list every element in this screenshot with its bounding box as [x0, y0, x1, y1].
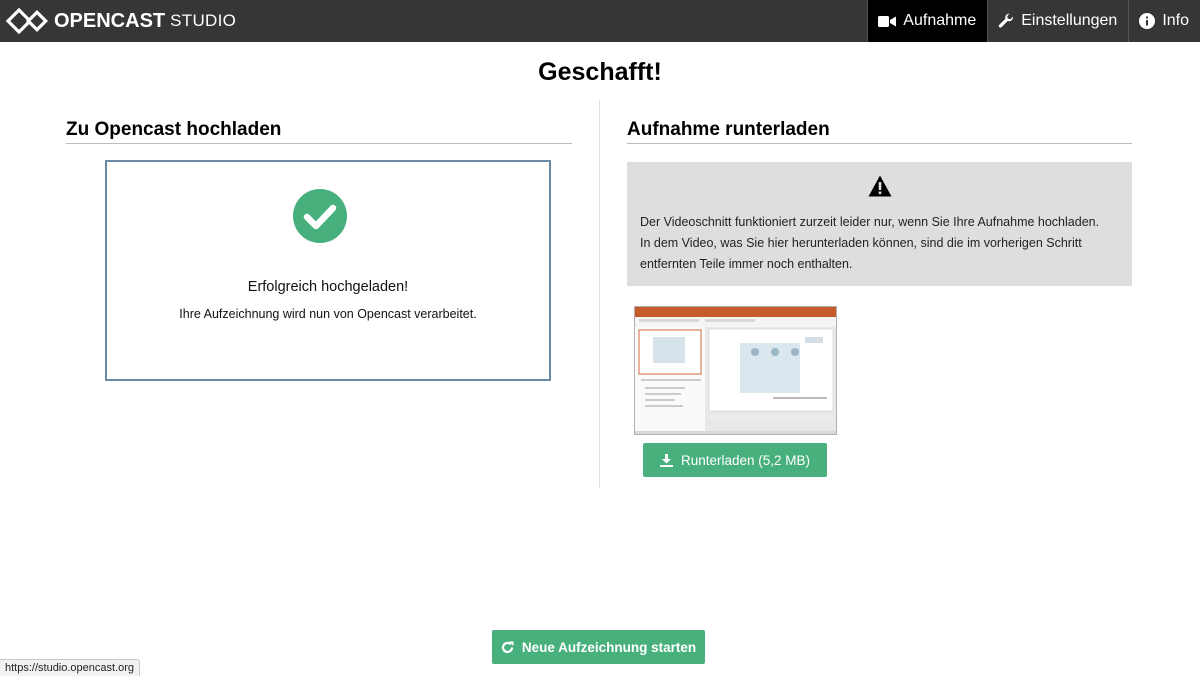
brand-subtitle: STUDIO: [170, 11, 237, 30]
download-icon: [659, 453, 673, 467]
upload-status-box: Erfolgreich hochgeladen! Ihre Aufzeichnu…: [105, 160, 551, 381]
warning-text: Der Videoschnitt funktioniert zurzeit le…: [640, 212, 1125, 275]
new-recording-button-label: Neue Aufzeichnung starten: [521, 639, 697, 655]
warning-icon: [868, 175, 892, 197]
nav-einstellungen[interactable]: Einstellungen: [987, 0, 1128, 42]
warning-box: Der Videoschnitt funktioniert zurzeit le…: [627, 162, 1132, 286]
brand-name: OPENCAST: [54, 9, 166, 32]
upload-processing-message: Ihre Aufzeichnung wird nun von Opencast …: [179, 307, 477, 321]
nav-info-label: Info: [1162, 12, 1189, 29]
top-navbar: OPENCAST STUDIO Aufnahme Einstellungen I…: [0, 0, 1200, 42]
column-divider: [599, 100, 600, 488]
nav-aufnahme[interactable]: Aufnahme: [867, 0, 988, 42]
brand-logo[interactable]: OPENCAST STUDIO: [6, 6, 236, 36]
nav-aufnahme-label: Aufnahme: [903, 12, 977, 29]
video-camera-icon: [878, 15, 897, 27]
upload-success-message: Erfolgreich hochgeladen!: [247, 279, 409, 295]
browser-status-bar: https://studio.opencast.org: [0, 659, 141, 676]
recording-preview-thumbnail: [634, 306, 837, 435]
new-recording-button[interactable]: Neue Aufzeichnung starten: [492, 630, 705, 664]
opencast-logo-icon: [6, 7, 48, 35]
download-button[interactable]: Runterladen (5,2 MB): [643, 443, 827, 477]
upload-section-rule: [66, 143, 572, 144]
download-button-label: Runterladen (5,2 MB): [680, 452, 811, 468]
upload-section-title: Zu Opencast hochladen: [66, 119, 282, 140]
check-circle-icon: [293, 189, 347, 243]
page-title: Geschafft!: [538, 58, 662, 86]
warning-line-2: In dem Video, was Sie hier herunterladen…: [640, 236, 1082, 250]
nav-einstellungen-label: Einstellungen: [1021, 12, 1118, 29]
warning-line-1: Der Videoschnitt funktioniert zurzeit le…: [640, 215, 1100, 229]
download-section-rule: [627, 143, 1132, 144]
main-nav: Aufnahme Einstellungen Info: [867, 0, 1200, 42]
info-icon: [1139, 13, 1156, 29]
nav-info[interactable]: Info: [1128, 0, 1200, 42]
refresh-icon: [501, 641, 514, 653]
download-section-title: Aufnahme runterladen: [627, 119, 830, 140]
recording-preview-image: [635, 307, 836, 434]
warning-line-3: entfernten Teile immer noch enthalten.: [640, 257, 853, 271]
wrench-icon: [999, 13, 1014, 28]
